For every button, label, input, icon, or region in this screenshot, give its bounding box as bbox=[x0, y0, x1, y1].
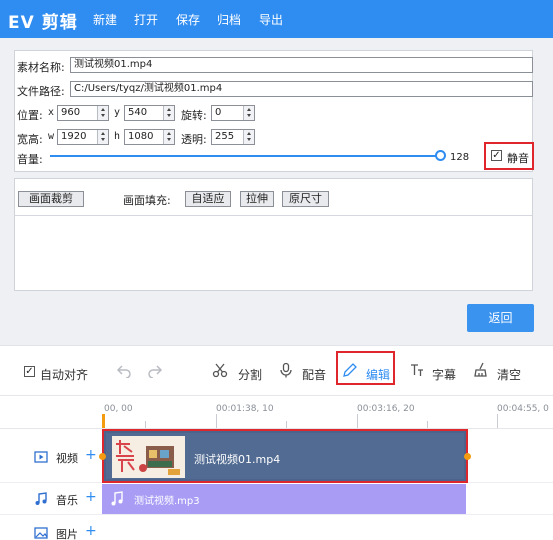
size-label: 宽高: bbox=[17, 133, 43, 146]
add-music-button[interactable]: + bbox=[85, 489, 97, 505]
menu-save[interactable]: 保存 bbox=[176, 11, 200, 28]
track-divider bbox=[0, 514, 553, 515]
track-music-label: 音乐 bbox=[56, 494, 78, 507]
track-video-label: 视频 bbox=[56, 452, 78, 465]
add-image-button[interactable]: + bbox=[85, 523, 97, 539]
path-field[interactable]: C:/Users/tyqz/测试视频01.mp4 bbox=[70, 81, 533, 97]
thumbnail-art bbox=[112, 436, 185, 478]
fill-stretch-button[interactable]: 拉伸 bbox=[240, 191, 274, 207]
path-label: 文件路径: bbox=[17, 85, 65, 98]
ruler-tick bbox=[357, 414, 358, 428]
opacity-label: 透明: bbox=[181, 133, 207, 146]
microphone-icon[interactable] bbox=[278, 362, 294, 378]
auto-align-label: 自动对齐 bbox=[40, 368, 89, 382]
y-stepper-arrows[interactable] bbox=[163, 106, 174, 120]
ruler-tick bbox=[286, 421, 287, 428]
y-stepper[interactable]: 540 bbox=[124, 105, 175, 121]
add-video-button[interactable]: + bbox=[85, 447, 97, 463]
ruler-time-0: 00, 00 bbox=[104, 404, 133, 414]
fill-label: 画面填充: bbox=[123, 194, 171, 207]
playhead[interactable] bbox=[102, 414, 105, 428]
crop-panel: 画面裁剪 画面填充: 自适应 拉伸 原尺寸 bbox=[14, 178, 533, 291]
clip-right-handle[interactable] bbox=[464, 453, 471, 460]
scissors-icon[interactable] bbox=[212, 362, 228, 378]
fill-original-button[interactable]: 原尺寸 bbox=[282, 191, 329, 207]
crop-button[interactable]: 画面裁剪 bbox=[18, 191, 84, 207]
ruler-tick bbox=[427, 421, 428, 428]
position-label: 位置: bbox=[17, 109, 43, 122]
dub-button[interactable]: 配音 bbox=[302, 366, 326, 383]
x-stepper-arrows[interactable] bbox=[97, 106, 108, 120]
music-note-icon bbox=[35, 492, 47, 505]
panel-divider bbox=[15, 215, 532, 216]
h-label: h bbox=[114, 131, 121, 142]
menu-open[interactable]: 打开 bbox=[134, 11, 158, 28]
subtitle-button[interactable]: 字幕 bbox=[432, 366, 456, 383]
video-clip-body: 测试视频01.mp4 bbox=[106, 433, 464, 479]
music-clip-name: 测试视频.mp3 bbox=[134, 496, 200, 507]
auto-align-checkbox[interactable]: ✓ bbox=[24, 366, 35, 377]
ruler-time-2: 00:03:16, 20 bbox=[357, 404, 415, 414]
clear-button[interactable]: 清空 bbox=[497, 366, 521, 383]
app-logo: EV 剪辑 bbox=[8, 13, 78, 33]
timeline-ruler[interactable]: 00, 00 00:01:38, 10 00:03:16, 20 00:04:5… bbox=[0, 395, 553, 429]
back-button[interactable]: 返回 bbox=[467, 304, 534, 332]
mute-label: 静音 bbox=[507, 152, 529, 165]
redo-icon[interactable] bbox=[147, 362, 163, 378]
w-label: w bbox=[48, 131, 55, 142]
music-clip[interactable]: 测试视频.mp3 bbox=[102, 484, 466, 514]
text-icon[interactable] bbox=[409, 362, 425, 378]
opacity-stepper-arrows[interactable] bbox=[243, 130, 254, 144]
edit-highlight bbox=[336, 351, 395, 385]
x-label: x bbox=[48, 107, 55, 118]
track-image-label: 图片 bbox=[56, 528, 78, 540]
width-stepper-arrows[interactable] bbox=[97, 130, 108, 144]
image-icon bbox=[34, 527, 48, 539]
ruler-tick bbox=[497, 414, 498, 428]
opacity-stepper[interactable]: 255 bbox=[211, 129, 255, 145]
height-stepper-arrows[interactable] bbox=[163, 130, 174, 144]
name-field[interactable]: 测试视频01.mp4 bbox=[70, 57, 533, 73]
menu-archive[interactable]: 归档 bbox=[217, 11, 241, 28]
ruler-time-1: 00:01:38, 10 bbox=[216, 404, 274, 414]
y-label: y bbox=[114, 107, 121, 118]
fill-fit-button[interactable]: 自适应 bbox=[185, 191, 231, 207]
mute-checkbox[interactable]: ✓ bbox=[491, 150, 502, 161]
rotate-stepper[interactable]: 0 bbox=[211, 105, 255, 121]
video-clip[interactable]: 测试视频01.mp4 bbox=[99, 429, 471, 483]
menu-export[interactable]: 导出 bbox=[259, 11, 283, 28]
rotate-stepper-arrows[interactable] bbox=[243, 106, 254, 120]
top-bar: EV 剪辑 新建 打开 保存 归档 导出 bbox=[0, 0, 553, 38]
volume-slider-track[interactable] bbox=[50, 155, 440, 157]
ruler-tick bbox=[145, 421, 146, 428]
video-icon bbox=[34, 451, 48, 463]
volume-value: 128 bbox=[450, 152, 470, 163]
volume-label: 音量: bbox=[17, 153, 43, 166]
toolbar: ✓ 自动对齐 分割 配音 编辑 字幕 清空 bbox=[0, 345, 553, 395]
width-stepper[interactable]: 1920 bbox=[57, 129, 109, 145]
split-button[interactable]: 分割 bbox=[238, 366, 262, 383]
name-label: 素材名称: bbox=[17, 61, 65, 74]
rotate-label: 旋转: bbox=[181, 109, 207, 122]
ruler-time-3: 00:04:55, 0 bbox=[497, 404, 549, 414]
video-thumbnail bbox=[112, 436, 185, 478]
clip-left-handle[interactable] bbox=[99, 453, 106, 460]
video-clip-name: 测试视频01.mp4 bbox=[194, 453, 281, 466]
height-stepper[interactable]: 1080 bbox=[124, 129, 175, 145]
properties-panel: 素材名称: 测试视频01.mp4 文件路径: C:/Users/tyqz/测试视… bbox=[14, 50, 533, 172]
menu-new[interactable]: 新建 bbox=[93, 11, 117, 28]
broom-icon[interactable] bbox=[473, 362, 489, 378]
track-video: 视频 + bbox=[0, 440, 102, 474]
track-image: 图片 + bbox=[0, 516, 102, 540]
track-music: 音乐 + bbox=[0, 482, 102, 516]
x-stepper[interactable]: 960 bbox=[57, 105, 109, 121]
undo-icon[interactable] bbox=[116, 362, 132, 378]
ruler-tick bbox=[216, 414, 217, 428]
volume-slider-thumb[interactable] bbox=[435, 150, 446, 161]
music-clip-note-icon bbox=[111, 491, 123, 506]
mute-highlight: ✓ 静音 bbox=[484, 142, 534, 170]
